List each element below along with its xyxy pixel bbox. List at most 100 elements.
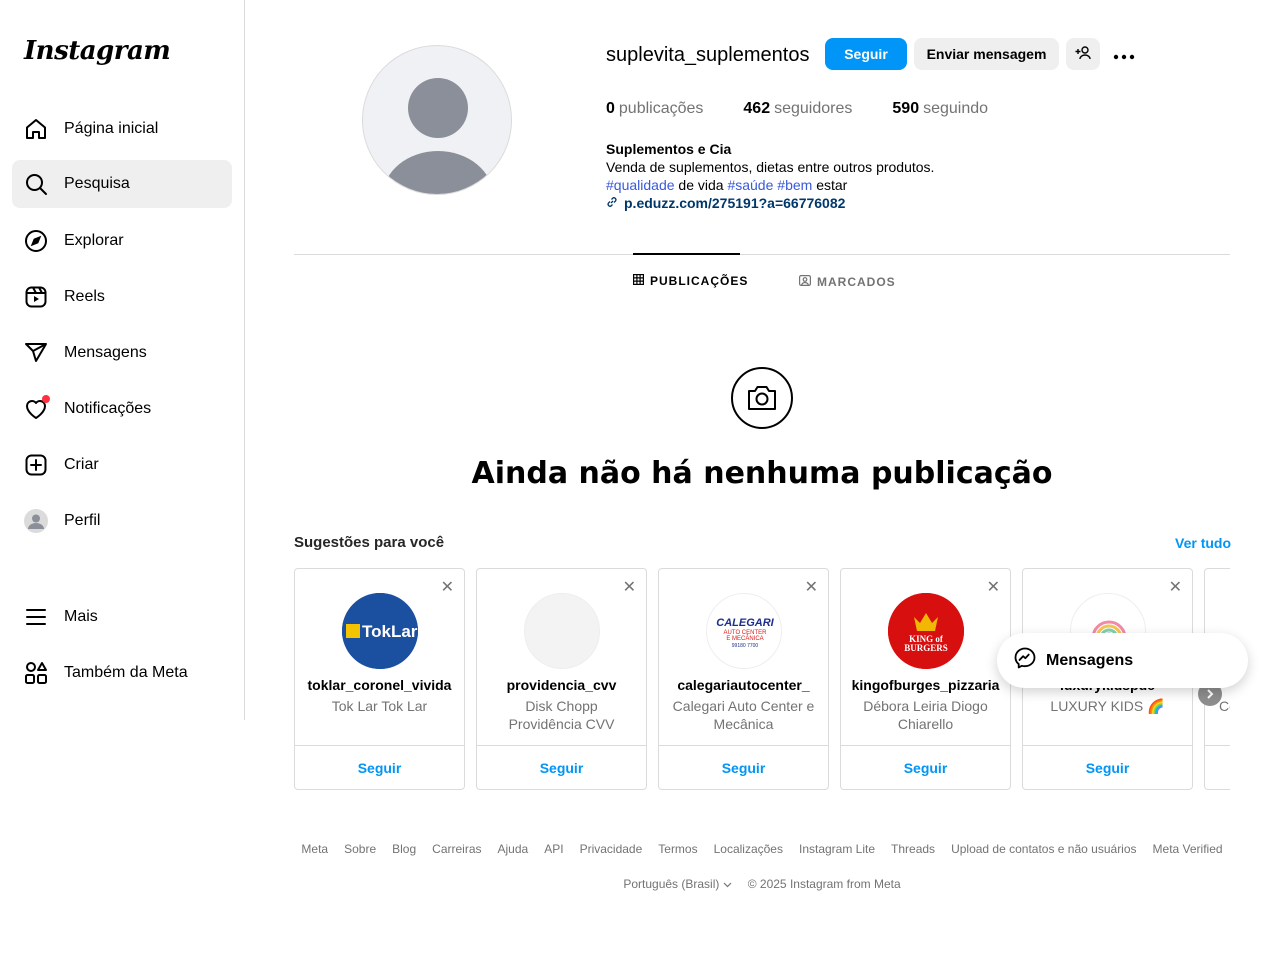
suggestion-avatar[interactable]: CALEGARI AUTO CENTER E MECÂNICA 99180 77… [706, 593, 782, 669]
sidebar-item-also-from-meta[interactable]: Também da Meta [12, 649, 232, 697]
sidebar-item-label: Notificações [64, 400, 152, 417]
profile-username: suplevita_suplementos [606, 44, 810, 66]
followers-count[interactable]: 462 seguidores [743, 100, 852, 118]
messages-float-button[interactable]: Mensagens [997, 633, 1248, 688]
close-icon[interactable]: ✕ [805, 577, 818, 597]
sidebar-item-notifications[interactable]: Notificações [12, 385, 232, 433]
sidebar-item-home[interactable]: Página inicial [12, 105, 232, 153]
language-select[interactable]: Português (Brasil) [623, 877, 732, 891]
footer-link[interactable]: API [544, 842, 563, 856]
sidebar-item-create[interactable]: Criar [12, 441, 232, 489]
posts-count: 0 publicações [606, 100, 704, 117]
suggestion-follow-button[interactable]: Seguir [1023, 745, 1192, 789]
sidebar-item-explore[interactable]: Explorar [12, 217, 232, 265]
suggestion-follow-button[interactable]: Seguir [295, 745, 464, 789]
chevron-down-icon [723, 877, 732, 891]
footer-link[interactable]: Termos [658, 842, 697, 856]
copyright: © 2025 Instagram from Meta [747, 877, 901, 891]
add-person-icon [1075, 45, 1091, 64]
hashtag-link[interactable]: #bem [777, 177, 812, 193]
suggestion-follow-button[interactable]: Seguir [841, 745, 1010, 789]
footer-links: Meta Sobre Blog Carreiras Ajuda API Priv… [294, 842, 1230, 856]
suggestion-avatar[interactable] [524, 593, 600, 669]
send-message-button[interactable]: Enviar mensagem [914, 38, 1059, 70]
suggestion-card[interactable]: ✕ KING of BURGERS kingofburges_pizzaria … [840, 568, 1011, 790]
suggestion-follow-button[interactable] [1205, 745, 1230, 789]
suggestion-card[interactable]: ✕ TokLar toklar_coronel_vivida Tok Lar T… [294, 568, 465, 790]
sidebar-item-label: Reels [64, 288, 105, 305]
tabs-divider [294, 254, 1230, 255]
bio-description: Venda de suplementos, dietas entre outro… [606, 159, 935, 175]
plus-square-icon [24, 453, 48, 477]
compass-icon [24, 229, 48, 253]
sidebar-item-label: Criar [64, 456, 99, 473]
see-all-link[interactable]: Ver tudo [1175, 535, 1231, 551]
suggest-users-button[interactable] [1066, 38, 1100, 70]
hashtag-link[interactable]: #saúde [727, 177, 773, 193]
profile-avatar[interactable] [362, 45, 512, 195]
suggestion-username[interactable]: kingofburges_pizzaria [841, 677, 1010, 693]
instagram-logo[interactable]: Instagram [24, 36, 171, 66]
sidebar-item-search[interactable]: Pesquisa [12, 160, 232, 208]
close-icon[interactable]: ✕ [1169, 577, 1182, 597]
bio-external-link[interactable]: p.eduzz.com/275191?a=66776082 [606, 194, 934, 212]
suggestion-avatar[interactable]: TokLar [342, 593, 418, 669]
tagged-person-icon [799, 274, 812, 289]
sidebar-item-profile[interactable]: Perfil [12, 497, 232, 545]
suggestion-subtitle: Disk Chopp Providência CVV [508, 698, 615, 732]
footer-link[interactable]: Threads [891, 842, 935, 856]
following-count[interactable]: 590 seguindo [892, 100, 988, 118]
empty-posts-title: Ainda não há nenhuma publicação [471, 456, 1053, 491]
hashtag-link[interactable]: #qualidade [606, 177, 675, 193]
suggestion-username[interactable]: calegariautocenter_ [659, 677, 828, 693]
sidebar-item-messages[interactable]: Mensagens [12, 329, 232, 377]
tab-tagged[interactable]: MARCADOS [799, 274, 896, 289]
ellipsis-icon [1113, 44, 1135, 65]
grid-shapes-icon [24, 661, 48, 685]
link-icon [606, 194, 618, 212]
send-icon [24, 341, 48, 365]
footer-link[interactable]: Instagram Lite [799, 842, 875, 856]
suggestion-subtitle: LUXURY KIDS 🌈 [1050, 698, 1165, 714]
suggestion-card[interactable]: ✕ providencia_cvv Disk Chopp Providência… [476, 568, 647, 790]
suggestion-avatar[interactable]: KING of BURGERS [888, 593, 964, 669]
sidebar-item-label: Perfil [64, 512, 101, 529]
footer-link[interactable]: Meta [301, 842, 328, 856]
more-options-button[interactable] [1108, 38, 1140, 70]
footer-link[interactable]: Blog [392, 842, 416, 856]
tab-posts[interactable]: PUBLICAÇÕES [633, 274, 748, 288]
footer-link[interactable]: Sobre [344, 842, 376, 856]
notification-dot [42, 395, 50, 403]
sidebar-item-reels[interactable]: Reels [12, 273, 232, 321]
footer-link[interactable]: Ajuda [498, 842, 529, 856]
suggestion-username[interactable]: toklar_coronel_vivida [295, 677, 464, 693]
sidebar-item-more[interactable]: Mais [12, 593, 232, 641]
footer-link[interactable]: Meta Verified [1153, 842, 1223, 856]
chevron-right-icon [1205, 686, 1215, 702]
suggestion-username[interactable]: providencia_cvv [477, 677, 646, 693]
close-icon[interactable]: ✕ [441, 577, 454, 597]
follow-button[interactable]: Seguir [825, 38, 907, 70]
suggestion-subtitle: Débora Leiria Diogo Chiarello [863, 698, 988, 732]
sidebar: Instagram Página inicial Pesquisa Explor… [0, 0, 245, 720]
close-icon[interactable]: ✕ [987, 577, 1000, 597]
calegari-logo-phone: 99180 7700 [732, 643, 759, 649]
profile-stats: 0 publicações 462 seguidores 590 seguindo [606, 100, 988, 118]
profile-avatar-icon [24, 509, 48, 533]
menu-icon [24, 605, 48, 629]
footer-link[interactable]: Carreiras [432, 842, 481, 856]
sidebar-item-label: Mais [64, 608, 98, 625]
sidebar-item-label: Explorar [64, 232, 124, 249]
suggestion-card[interactable]: ✕ CALEGARI AUTO CENTER E MECÂNICA 99180 … [658, 568, 829, 790]
footer-link[interactable]: Localizações [714, 842, 783, 856]
toklar-logo-text: TokLar [362, 622, 418, 641]
suggestion-follow-button[interactable]: Seguir [477, 745, 646, 789]
footer-link[interactable]: Privacidade [580, 842, 643, 856]
heart-icon [24, 395, 50, 421]
footer-link[interactable]: Upload de contatos e não usuários [951, 842, 1136, 856]
close-icon[interactable]: ✕ [623, 577, 636, 597]
reels-icon [24, 285, 48, 309]
king-logo-text: BURGERS [904, 643, 948, 653]
suggestion-follow-button[interactable]: Seguir [659, 745, 828, 789]
suggestion-subtitle: Tok Lar Tok Lar [331, 698, 428, 714]
